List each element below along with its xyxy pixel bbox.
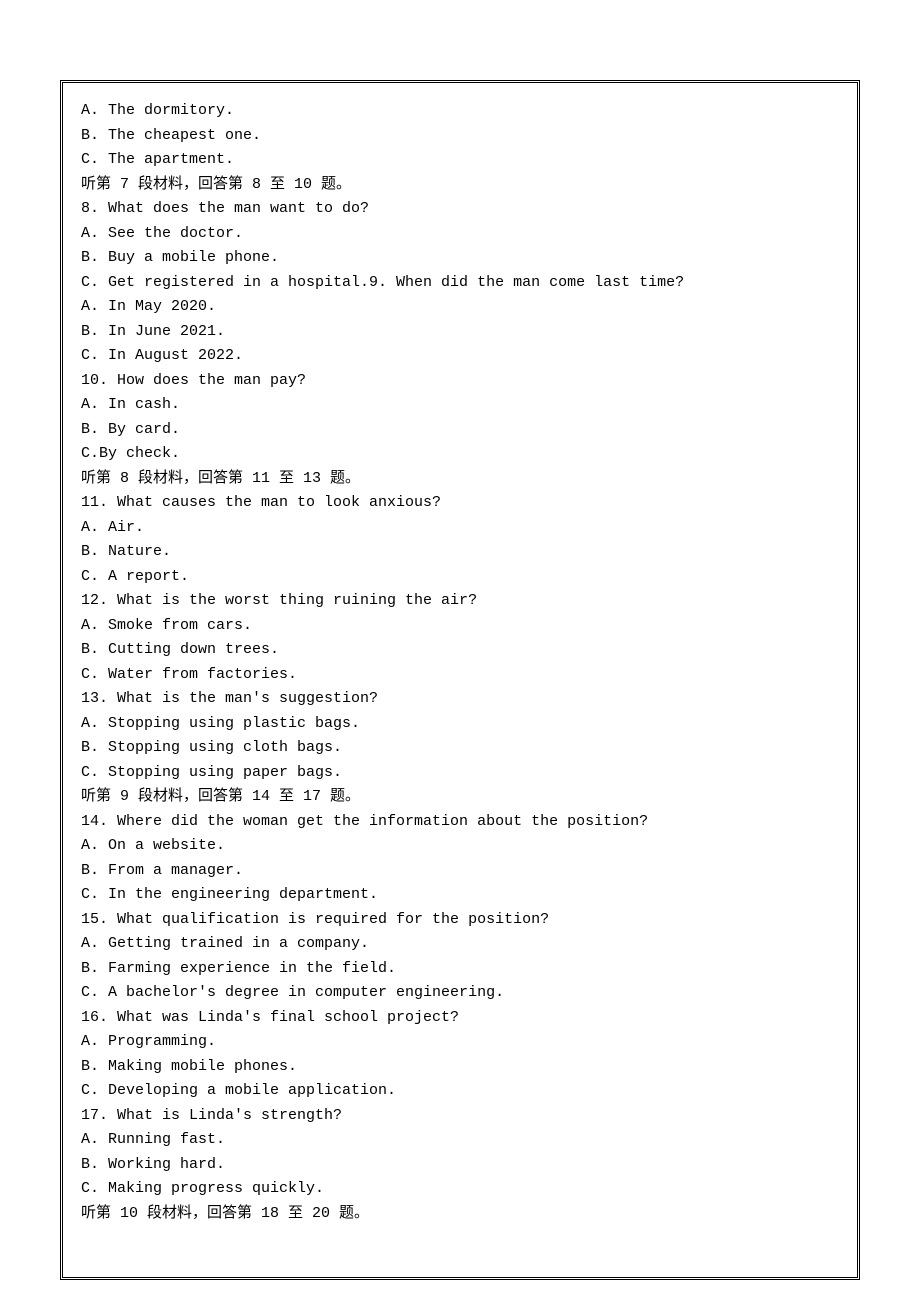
text-line: C. Water from factories. [81, 663, 839, 688]
text-line: B. The cheapest one. [81, 124, 839, 149]
text-line: C. In August 2022. [81, 344, 839, 369]
text-line: A. Running fast. [81, 1128, 839, 1153]
text-line: A. Smoke from cars. [81, 614, 839, 639]
text-line: 17. What is Linda's strength? [81, 1104, 839, 1129]
text-line: 10. How does the man pay? [81, 369, 839, 394]
text-line: 13. What is the man's suggestion? [81, 687, 839, 712]
text-line: B. Stopping using cloth bags. [81, 736, 839, 761]
text-line: C. A bachelor's degree in computer engin… [81, 981, 839, 1006]
text-line: C. The apartment. [81, 148, 839, 173]
text-line: 14. Where did the woman get the informat… [81, 810, 839, 835]
text-line: C. In the engineering department. [81, 883, 839, 908]
document-body: A. The dormitory.B. The cheapest one.C. … [81, 99, 839, 1226]
text-line: B. Buy a mobile phone. [81, 246, 839, 271]
text-line: 15. What qualification is required for t… [81, 908, 839, 933]
text-line: 听第 9 段材料，回答第 14 至 17 题。 [81, 785, 839, 810]
text-line: A. Getting trained in a company. [81, 932, 839, 957]
text-line: 16. What was Linda's final school projec… [81, 1006, 839, 1031]
text-line: B. Nature. [81, 540, 839, 565]
text-line: B. Cutting down trees. [81, 638, 839, 663]
text-line: A. In cash. [81, 393, 839, 418]
text-line: A. In May 2020. [81, 295, 839, 320]
page-frame: A. The dormitory.B. The cheapest one.C. … [60, 80, 860, 1280]
text-line: C. A report. [81, 565, 839, 590]
text-line: 听第 7 段材料，回答第 8 至 10 题。 [81, 173, 839, 198]
text-line: 听第 8 段材料，回答第 11 至 13 题。 [81, 467, 839, 492]
text-line: A. The dormitory. [81, 99, 839, 124]
text-line: C. Developing a mobile application. [81, 1079, 839, 1104]
text-line: A. See the doctor. [81, 222, 839, 247]
text-line: A. Programming. [81, 1030, 839, 1055]
text-line: C. Get registered in a hospital.9. When … [81, 271, 839, 296]
text-line: A. On a website. [81, 834, 839, 859]
text-line: C. Making progress quickly. [81, 1177, 839, 1202]
text-line: B. Making mobile phones. [81, 1055, 839, 1080]
text-line: B. Farming experience in the field. [81, 957, 839, 982]
text-line: 12. What is the worst thing ruining the … [81, 589, 839, 614]
text-line: 8. What does the man want to do? [81, 197, 839, 222]
text-line: 听第 10 段材料，回答第 18 至 20 题。 [81, 1202, 839, 1227]
text-line: B. By card. [81, 418, 839, 443]
text-line: A. Air. [81, 516, 839, 541]
text-line: C. Stopping using paper bags. [81, 761, 839, 786]
text-line: B. Working hard. [81, 1153, 839, 1178]
text-line: 11. What causes the man to look anxious? [81, 491, 839, 516]
text-line: C.By check. [81, 442, 839, 467]
text-line: B. In June 2021. [81, 320, 839, 345]
text-line: B. From a manager. [81, 859, 839, 884]
text-line: A. Stopping using plastic bags. [81, 712, 839, 737]
